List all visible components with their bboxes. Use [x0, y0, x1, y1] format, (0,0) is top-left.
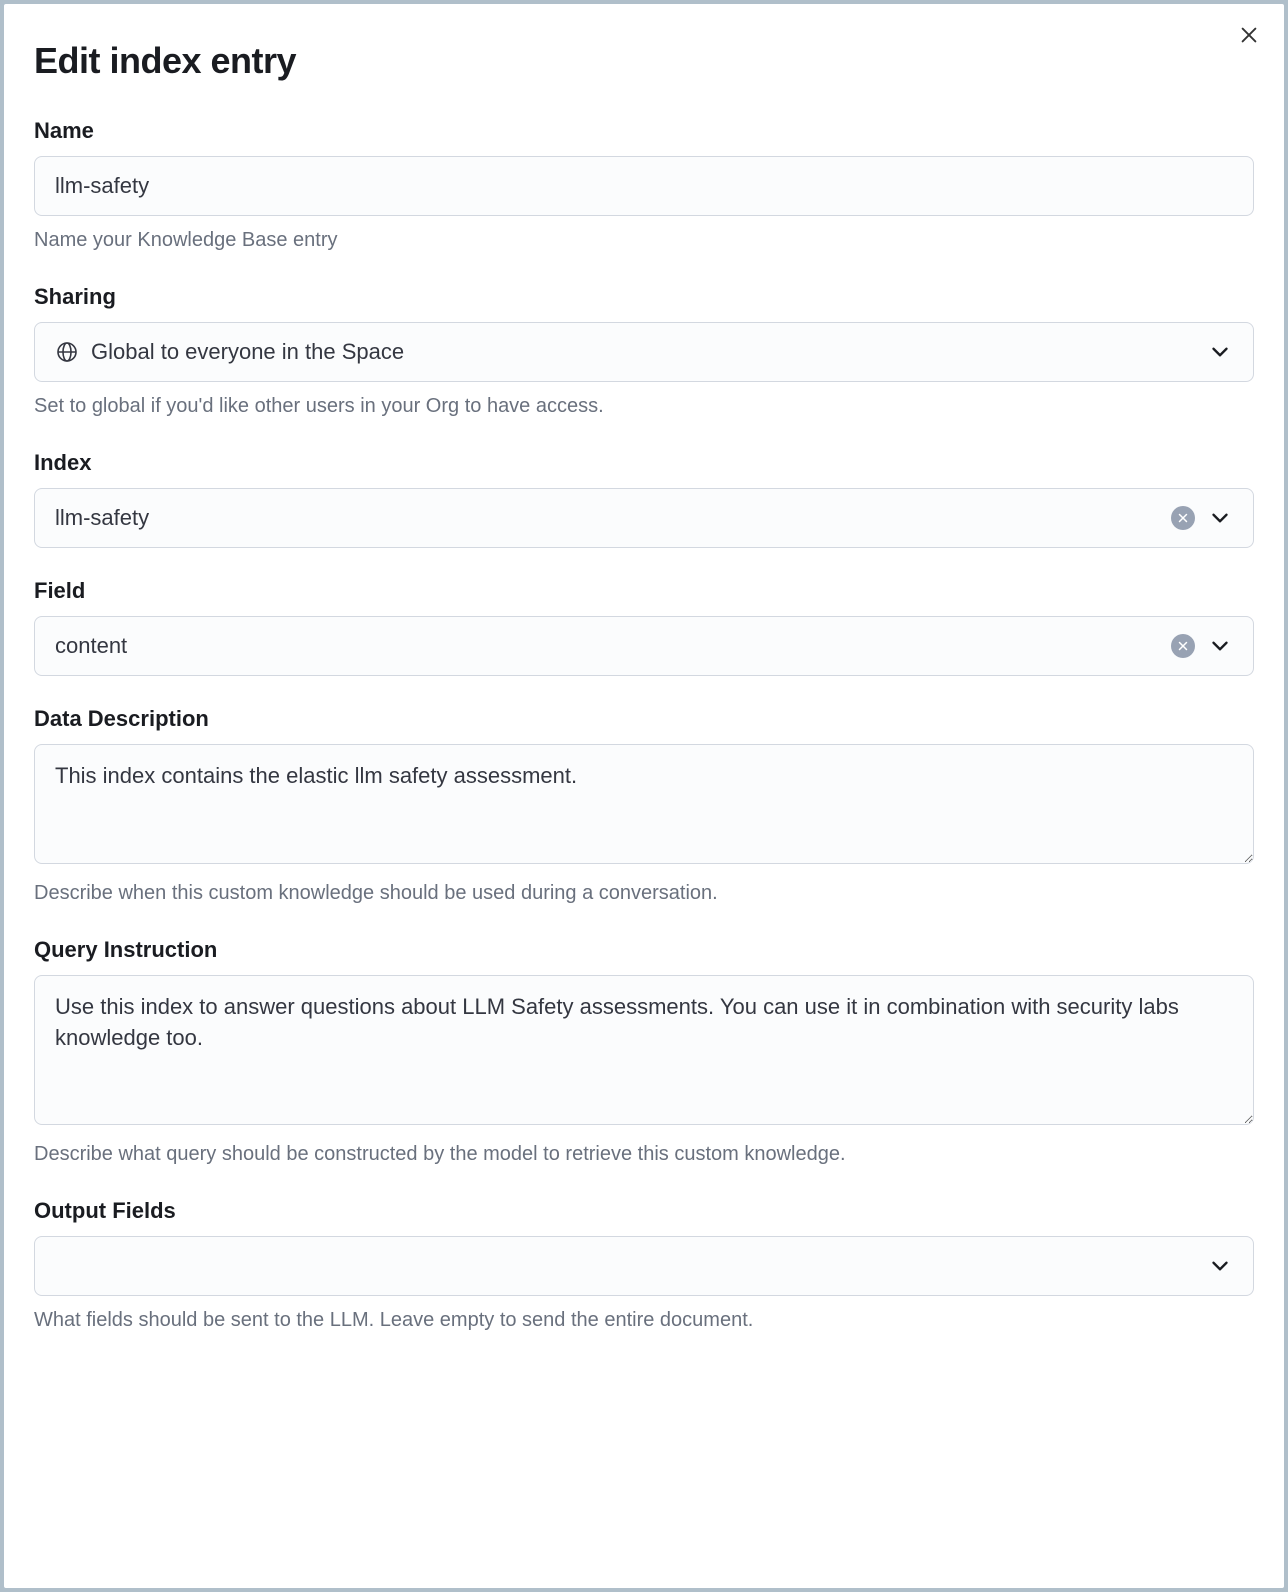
close-button[interactable] [1232, 18, 1266, 52]
close-icon [1238, 24, 1260, 46]
index-combobox[interactable]: llm-safety [34, 488, 1254, 548]
name-help: Name your Knowledge Base entry [34, 226, 1254, 254]
query-instruction-label: Query Instruction [34, 937, 1254, 963]
x-icon [1177, 640, 1189, 652]
field-value: content [55, 633, 127, 659]
data-description-help: Describe when this custom knowledge shou… [34, 879, 1254, 907]
output-fields-label: Output Fields [34, 1198, 1254, 1224]
name-input[interactable] [34, 156, 1254, 216]
output-fields-combobox[interactable] [34, 1236, 1254, 1296]
query-instruction-help: Describe what query should be constructe… [34, 1140, 1254, 1168]
name-field-group: Name Name your Knowledge Base entry [34, 118, 1254, 254]
sharing-label: Sharing [34, 284, 1254, 310]
index-clear-button[interactable] [1171, 506, 1195, 530]
chevron-down-icon [1207, 633, 1233, 659]
sharing-select[interactable]: Global to everyone in the Space [34, 322, 1254, 382]
data-description-textarea[interactable] [34, 744, 1254, 864]
globe-icon [55, 340, 79, 364]
dialog-title: Edit index entry [34, 40, 1254, 82]
sharing-field-group: Sharing Global to everyone in the Space … [34, 284, 1254, 420]
output-fields-help: What fields should be sent to the LLM. L… [34, 1306, 1254, 1334]
sharing-value: Global to everyone in the Space [91, 339, 404, 365]
field-field-group: Field content [34, 578, 1254, 676]
name-label: Name [34, 118, 1254, 144]
index-label: Index [34, 450, 1254, 476]
data-description-field-group: Data Description Describe when this cust… [34, 706, 1254, 907]
index-value: llm-safety [55, 505, 149, 531]
chevron-down-icon [1207, 505, 1233, 531]
field-clear-button[interactable] [1171, 634, 1195, 658]
chevron-down-icon [1207, 1253, 1233, 1279]
x-icon [1177, 512, 1189, 524]
field-combobox[interactable]: content [34, 616, 1254, 676]
chevron-down-icon [1207, 339, 1233, 365]
sharing-help: Set to global if you'd like other users … [34, 392, 1254, 420]
field-label: Field [34, 578, 1254, 604]
query-instruction-textarea[interactable] [34, 975, 1254, 1125]
output-fields-field-group: Output Fields What fields should be sent… [34, 1198, 1254, 1334]
edit-index-entry-dialog: Edit index entry Name Name your Knowledg… [0, 0, 1288, 1592]
data-description-label: Data Description [34, 706, 1254, 732]
query-instruction-field-group: Query Instruction Describe what query sh… [34, 937, 1254, 1168]
index-field-group: Index llm-safety [34, 450, 1254, 548]
